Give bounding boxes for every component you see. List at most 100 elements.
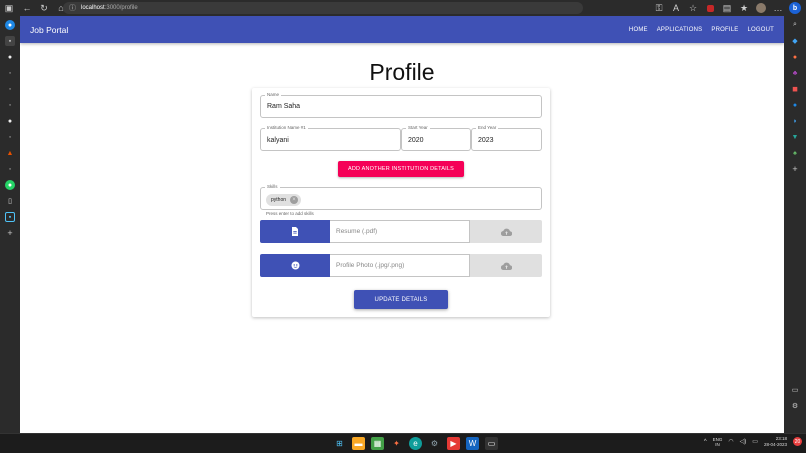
extension-icon[interactable] <box>703 1 717 15</box>
chevron-up-icon[interactable]: ^ <box>704 439 707 445</box>
institution-value: kalyani <box>267 137 289 144</box>
page-title: Profile <box>369 59 435 85</box>
name-value: Ram Saha <box>267 103 301 110</box>
active-tab-icon[interactable]: ▪ <box>5 212 15 222</box>
end-year-field[interactable]: End Year 2023 <box>471 125 542 151</box>
lang-bottom: IN <box>715 441 720 447</box>
url-host: localhost <box>81 5 105 11</box>
name-field[interactable]: Name Ram Saha <box>260 92 542 118</box>
start-icon[interactable]: ⊞ <box>333 437 346 450</box>
add-icon[interactable]: + <box>790 164 800 174</box>
url-path: :3000/profile <box>104 5 138 11</box>
favorites-bar-icon[interactable]: ★ <box>737 1 751 15</box>
resume-upload-button[interactable] <box>260 220 330 243</box>
lang-top: ENG <box>712 436 723 442</box>
nav-applications[interactable]: APPLICATIONS <box>657 27 703 33</box>
bing-icon[interactable]: b <box>788 1 802 15</box>
nav-home[interactable]: HOME <box>629 27 648 33</box>
tools-icon[interactable]: ● <box>790 52 800 62</box>
institution-label: Institution Name #1 <box>265 125 308 130</box>
games-icon[interactable]: ♣ <box>790 68 800 78</box>
browser-right-sidebar: ⌕ ◆ ● ♣ ◼ ● ◗ ▼ ♠ + ▭ ⚙ <box>784 16 806 433</box>
shopping-icon[interactable]: ◆ <box>790 36 800 46</box>
face-icon <box>291 261 299 270</box>
sidebar-tab-icon[interactable]: ◦ <box>5 100 15 110</box>
resume-input[interactable]: Resume (.pdf) <box>330 220 470 243</box>
cloud-upload-icon <box>500 228 512 236</box>
github-icon[interactable]: ● <box>5 52 15 62</box>
sidebar-tab-icon[interactable]: ◦ <box>5 84 15 94</box>
key-icon[interactable]: ⚿ <box>652 1 666 15</box>
profile-avatar[interactable] <box>754 1 768 15</box>
terminal-icon[interactable]: ▭ <box>485 437 498 450</box>
nav-profile[interactable]: PROFILE <box>711 27 738 33</box>
search-icon[interactable]: ⌕ <box>790 20 800 30</box>
word-icon[interactable]: W <box>466 437 479 450</box>
start-year-field[interactable]: Start Year 2020 <box>401 125 471 151</box>
notification-badge[interactable]: 20 <box>793 437 802 446</box>
app-icon[interactable]: ⚙ <box>428 437 441 450</box>
browser-toolbar: ▣ ← ↻ ⌂ ⓘ localhost:3000/profile ⚿ A ☆ ▤… <box>0 0 806 16</box>
site-info-icon[interactable]: ⓘ <box>69 3 76 13</box>
resume-cloud-upload-button[interactable] <box>470 220 542 243</box>
sidebar-tab-icon[interactable]: ◦ <box>5 164 15 174</box>
battery-icon[interactable]: ▭ <box>752 438 758 445</box>
start-year-value: 2020 <box>408 137 424 144</box>
clock[interactable]: 23:18 28-04-2023 <box>764 436 787 447</box>
collections-icon[interactable]: ▤ <box>720 1 734 15</box>
sidebar-layout-icon[interactable]: ▭ <box>790 385 800 395</box>
institution-field[interactable]: Institution Name #1 kalyani <box>260 125 401 151</box>
nav-menu: HOME APPLICATIONS PROFILE LOGOUT <box>629 27 774 33</box>
start-year-label: Start Year <box>406 125 430 130</box>
favorite-icon[interactable]: ☆ <box>686 1 700 15</box>
app-icon[interactable]: ▦ <box>371 437 384 450</box>
tree-icon[interactable]: ♠ <box>790 148 800 158</box>
windows-taskbar: ⊞ ▬ ▦ ✦ e ⚙ ▶ W ▭ ^ ENG IN ◠ ◁) ▭ 23:18 … <box>0 433 806 453</box>
new-tab-icon[interactable]: + <box>5 228 15 238</box>
app-icon[interactable]: ✦ <box>390 437 403 450</box>
end-year-value: 2023 <box>478 137 494 144</box>
sidebar-tab-icon[interactable]: ▪ <box>5 36 15 46</box>
update-details-button[interactable]: UPDATE DETAILS <box>354 290 448 309</box>
address-bar[interactable]: ⓘ localhost:3000/profile <box>63 2 583 14</box>
clock-date: 28-04-2023 <box>763 441 787 447</box>
sidebar-tab-icon[interactable]: ◦ <box>5 68 15 78</box>
wifi-icon[interactable]: ◠ <box>728 438 733 445</box>
github-icon[interactable]: ● <box>5 116 15 126</box>
youtube-icon[interactable]: ▶ <box>447 437 460 450</box>
photo-upload-row: Profile Photo (.jpg/.png) <box>260 254 542 277</box>
add-institution-button[interactable]: ADD ANOTHER INSTITUTION DETAILS <box>338 161 464 177</box>
volume-icon[interactable]: ◁) <box>740 438 747 445</box>
outlook-icon[interactable]: ● <box>790 100 800 110</box>
file-explorer-icon[interactable]: ▬ <box>352 437 365 450</box>
cloud-upload-icon <box>500 262 512 270</box>
office-icon[interactable]: ◼ <box>790 84 800 94</box>
language-indicator[interactable]: ENG IN <box>713 437 723 447</box>
skills-label: Skills <box>265 184 280 189</box>
sidebar-tab-icon[interactable]: ● <box>5 20 15 30</box>
whatsapp-icon[interactable]: ● <box>5 180 15 190</box>
nav-logout[interactable]: LOGOUT <box>747 27 774 33</box>
sidebar-tab-icon[interactable]: ◦ <box>5 132 15 142</box>
photo-upload-button[interactable] <box>260 254 330 277</box>
drop-icon[interactable]: ◗ <box>790 116 800 126</box>
read-aloud-icon[interactable]: A <box>669 1 683 15</box>
skills-field[interactable]: Skills python × <box>260 184 542 210</box>
settings-icon[interactable]: ⚙ <box>790 401 800 411</box>
edge-icon[interactable]: e <box>409 437 422 450</box>
back-icon[interactable]: ← <box>20 1 34 15</box>
photo-input[interactable]: Profile Photo (.jpg/.png) <box>330 254 470 277</box>
chip-remove-icon[interactable]: × <box>290 196 299 204</box>
name-label: Name <box>265 92 282 97</box>
refresh-icon[interactable]: ↻ <box>37 1 51 15</box>
send-icon[interactable]: ▼ <box>790 132 800 142</box>
profile-card: Name Ram Saha Institution Name #1 kalyan… <box>252 88 550 317</box>
more-icon[interactable]: … <box>771 1 785 15</box>
skills-helper-text: Press enter to add skills <box>266 211 314 216</box>
document-icon[interactable]: ▯ <box>5 196 15 206</box>
photo-cloud-upload-button[interactable] <box>470 254 542 277</box>
app-title[interactable]: Job Portal <box>30 25 68 35</box>
tab-actions-icon[interactable]: ▣ <box>2 1 16 15</box>
sidebar-tab-icon[interactable]: ▲ <box>5 148 15 158</box>
skill-chip[interactable]: python × <box>266 194 302 206</box>
